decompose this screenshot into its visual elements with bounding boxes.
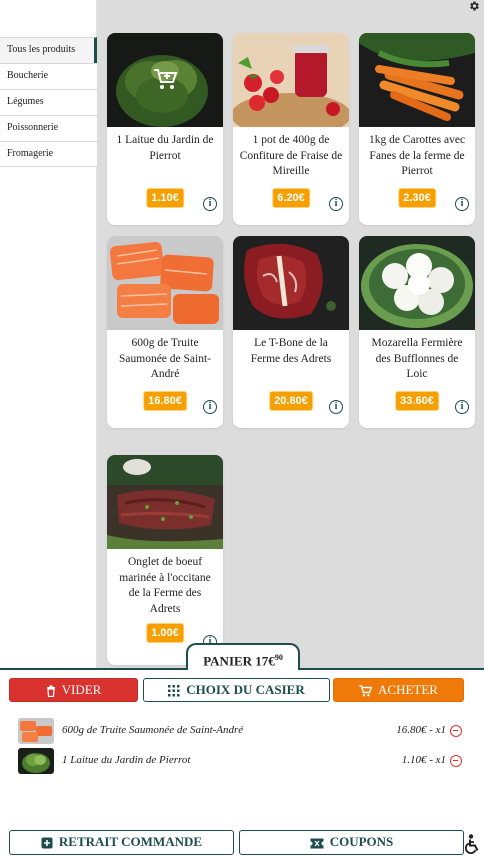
- product-name: Mozarella Fermière des Bufflonnes de Loi…: [371, 337, 463, 380]
- product-card[interactable]: 1 Laitue du Jardin de Pierrot 1.10€ i: [107, 33, 223, 225]
- product-name: Le T-Bone de la Ferme des Adrets: [250, 337, 332, 365]
- product-name: 1 Laitue du Jardin de Pierrot: [116, 134, 214, 162]
- product-image-trout: [107, 236, 223, 330]
- sidebar-item-poissonnerie[interactable]: Poissonnerie: [0, 115, 97, 141]
- grid-dots-icon: [168, 685, 180, 697]
- gear-icon[interactable]: [468, 0, 480, 12]
- sidebar-item-fromagerie[interactable]: Fromagerie: [0, 141, 97, 167]
- cart-line: 600g de Truite Saumonée de Saint-André 1…: [18, 718, 466, 744]
- info-icon[interactable]: i: [329, 400, 343, 414]
- cart-add-icon[interactable]: [152, 67, 178, 91]
- cart-line-label: 600g de Truite Saumonée de Saint-André: [62, 724, 244, 736]
- cart-line-image-lettuce: [18, 748, 54, 774]
- product-price: 16.80€: [143, 391, 187, 411]
- choose-locker-label: CHOIX DU CASIER: [186, 682, 305, 697]
- product-card[interactable]: 1kg de Carottes avec Fanes de la ferme d…: [359, 33, 475, 225]
- cart-line-image-trout: [18, 718, 54, 744]
- cart-total-cents: 90: [274, 653, 283, 662]
- empty-cart-button[interactable]: VIDER: [9, 678, 138, 702]
- sidebar-item-boucherie[interactable]: Boucherie: [0, 63, 97, 89]
- product-card[interactable]: Mozarella Fermière des Bufflonnes de Loi…: [359, 236, 475, 428]
- accessibility-icon[interactable]: [465, 834, 481, 854]
- product-name: Onglet de boeuf marinée à l'occitane de …: [119, 556, 211, 615]
- empty-cart-label: VIDER: [61, 682, 102, 697]
- info-icon[interactable]: i: [455, 197, 469, 211]
- category-list: Tous les produits Boucherie Légumes Pois…: [0, 37, 97, 167]
- coupons-label: COUPONS: [329, 834, 394, 849]
- ticket-icon: [310, 838, 324, 849]
- cart-panel: VIDER CHOIX DU CASIER ACHETER 600g de Tr…: [0, 668, 484, 858]
- coupons-button[interactable]: COUPONS: [239, 830, 464, 855]
- info-icon[interactable]: i: [329, 197, 343, 211]
- order-pickup-button[interactable]: RETRAIT COMMANDE: [9, 830, 234, 855]
- category-sidebar: Tous les produits Boucherie Légumes Pois…: [0, 0, 97, 668]
- choose-locker-button[interactable]: CHOIX DU CASIER: [143, 678, 330, 702]
- product-price: 2.30€: [398, 188, 436, 208]
- cart-total: PANIER 17€: [203, 653, 275, 669]
- product-name: 1 pot de 400g de Confiture de Fraise de …: [239, 134, 343, 177]
- cart-icon: [359, 685, 373, 697]
- store-icon: [41, 837, 53, 849]
- product-card[interactable]: 1 pot de 400g de Confiture de Fraise de …: [233, 33, 349, 225]
- product-card[interactable]: 600g de Truite Saumonée de Saint-André 1…: [107, 236, 223, 428]
- remove-icon[interactable]: [450, 755, 462, 767]
- trash-icon: [46, 685, 55, 698]
- product-name: 600g de Truite Saumonée de Saint-André: [119, 337, 211, 380]
- product-card[interactable]: Le T-Bone de la Ferme des Adrets 20.80€ …: [233, 236, 349, 428]
- cart-tab[interactable]: PANIER 17€90: [186, 643, 300, 670]
- product-image-strawberry-jam: [233, 33, 349, 137]
- buy-label: ACHETER: [378, 682, 438, 697]
- info-icon[interactable]: i: [203, 197, 217, 211]
- product-price: 1.10€: [146, 188, 184, 208]
- buy-button[interactable]: ACHETER: [333, 678, 464, 702]
- product-image-carrots: [359, 33, 475, 127]
- product-image-lettuce: [107, 33, 223, 127]
- product-card[interactable]: Onglet de boeuf marinée à l'occitane de …: [107, 455, 223, 665]
- order-pickup-label: RETRAIT COMMANDE: [58, 834, 203, 849]
- product-image-mozzarella: [359, 236, 475, 330]
- product-image-t-bone: [233, 236, 349, 330]
- remove-icon[interactable]: [450, 725, 462, 737]
- product-price: 6.20€: [272, 188, 310, 208]
- product-name: 1kg de Carottes avec Fanes de la ferme d…: [368, 134, 466, 177]
- cart-line: 1 Laitue du Jardin de Pierrot 1.10€ - x1: [18, 748, 466, 774]
- product-price: 33.60€: [395, 391, 439, 411]
- sidebar-item-legumes[interactable]: Légumes: [0, 89, 97, 115]
- info-icon[interactable]: i: [455, 400, 469, 414]
- cart-line-amount: 1.10€ - x1: [401, 754, 446, 766]
- cart-line-label: 1 Laitue du Jardin de Pierrot: [62, 754, 191, 766]
- product-grid-area: 1 Laitue du Jardin de Pierrot 1.10€ i 1 …: [97, 0, 484, 668]
- product-image-onglet: [107, 455, 223, 549]
- product-price: 1.00€: [146, 623, 184, 643]
- product-price: 20.80€: [269, 391, 313, 411]
- info-icon[interactable]: i: [203, 400, 217, 414]
- cart-line-amount: 16.80€ - x1: [396, 724, 446, 736]
- sidebar-item-tous-les-produits[interactable]: Tous les produits: [0, 37, 97, 63]
